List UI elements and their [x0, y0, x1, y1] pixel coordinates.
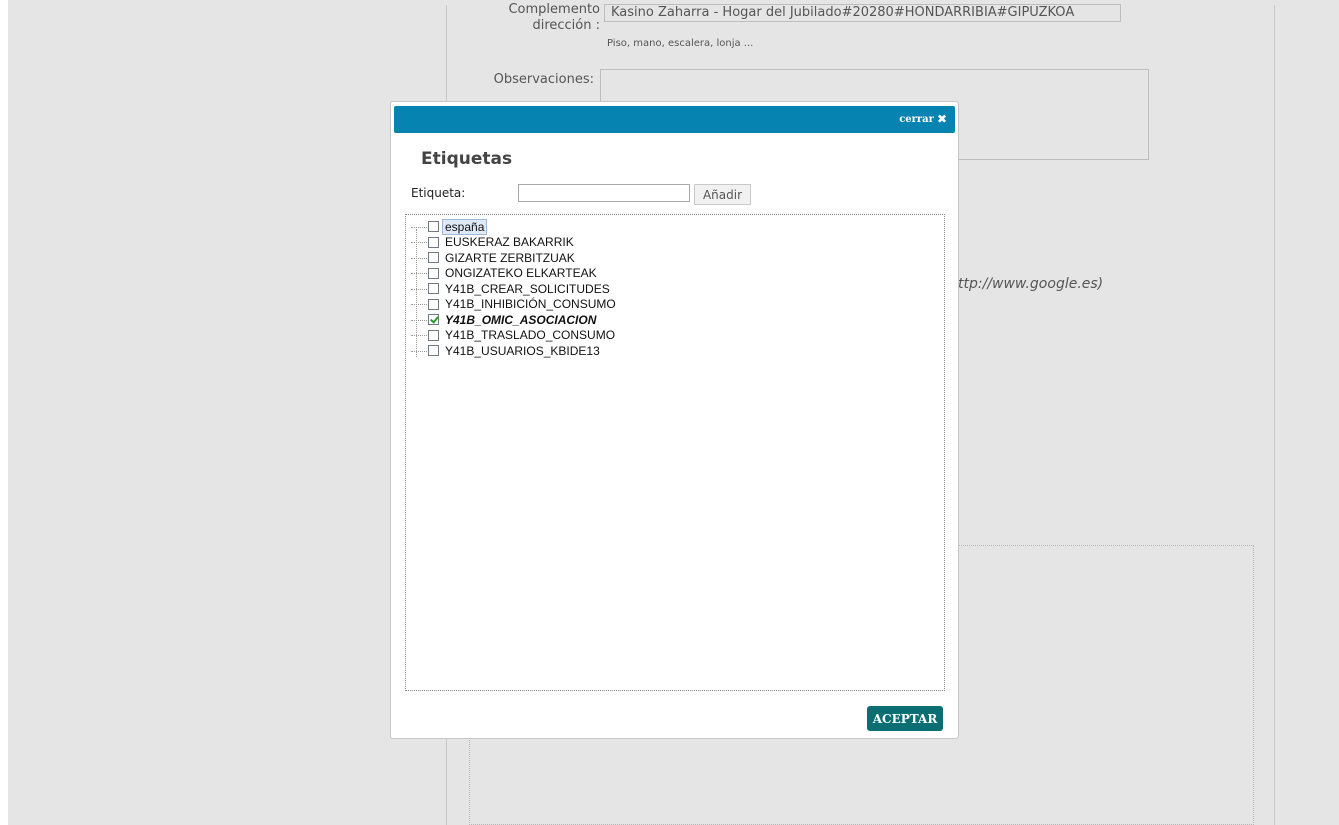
- add-button[interactable]: Añadir: [694, 184, 751, 205]
- tags-tree: españa EUSKERAZ BAKARRIK GIZARTE ZERBITZ…: [405, 214, 945, 691]
- tag-checkbox[interactable]: [428, 298, 439, 310]
- close-button[interactable]: cerrar ✖: [899, 112, 947, 126]
- tags-tree-list: españa EUSKERAZ BAKARRIK GIZARTE ZERBITZ…: [411, 218, 616, 359]
- tag-label-text[interactable]: Y41B_USUARIOS_KBIDE13: [445, 344, 600, 358]
- tag-label-text[interactable]: GIZARTE ZERBITZUAK: [445, 251, 575, 265]
- tag-checkbox[interactable]: [428, 345, 439, 357]
- page-left-strip: [0, 0, 8, 825]
- tag-item-ongizateko-elkarteak[interactable]: ONGIZATEKO ELKARTEAK: [411, 266, 616, 282]
- tag-checkbox[interactable]: [428, 236, 439, 248]
- complemento-hint: Piso, mano, escalera, lonja ...: [607, 38, 754, 49]
- tag-item-euskeraz-bakarrik[interactable]: EUSKERAZ BAKARRIK: [411, 235, 616, 251]
- tag-checkbox[interactable]: [428, 221, 439, 233]
- tag-item-gizarte-zerbitzuak[interactable]: GIZARTE ZERBITZUAK: [411, 250, 616, 266]
- tag-item-inhibicion-consumo[interactable]: Y41B_INHIBICIÓN_CONSUMO: [411, 297, 616, 313]
- tag-input[interactable]: [518, 184, 690, 202]
- complemento-value: Kasino Zaharra - Hogar del Jubilado#2028…: [611, 5, 1075, 20]
- close-label: cerrar: [899, 113, 934, 125]
- tag-label-text[interactable]: EUSKERAZ BAKARRIK: [445, 235, 574, 249]
- tag-item-omic-asociacion[interactable]: Y41B_OMIC_ASOCIACION: [411, 312, 616, 328]
- complemento-field[interactable]: Kasino Zaharra - Hogar del Jubilado#2028…: [604, 4, 1121, 22]
- tag-item-crear-solicitudes[interactable]: Y41B_CREAR_SOLICITUDES: [411, 281, 616, 297]
- tag-item-espana[interactable]: españa: [411, 218, 616, 235]
- url-hint: ttp://www.google.es): [958, 276, 1104, 292]
- tag-checkbox-checked[interactable]: [428, 314, 439, 326]
- tag-checkbox[interactable]: [428, 329, 439, 341]
- close-icon: ✖: [936, 112, 947, 126]
- tag-checkbox[interactable]: [428, 267, 439, 279]
- tag-label-text[interactable]: Y41B_INHIBICIÓN_CONSUMO: [445, 297, 616, 311]
- tag-checkbox[interactable]: [428, 252, 439, 264]
- tag-label-text[interactable]: ONGIZATEKO ELKARTEAK: [445, 266, 597, 280]
- tag-label-text[interactable]: Y41B_OMIC_ASOCIACION: [445, 313, 596, 327]
- modal-header: cerrar ✖: [394, 106, 955, 133]
- tag-label-text[interactable]: españa: [442, 218, 488, 235]
- tag-item-traslado-consumo[interactable]: Y41B_TRASLADO_CONSUMO: [411, 328, 616, 344]
- tag-label: Etiqueta:: [411, 186, 466, 200]
- tag-checkbox[interactable]: [428, 283, 439, 295]
- accept-button[interactable]: ACEPTAR: [867, 706, 943, 731]
- observaciones-label: Observaciones:: [493, 72, 594, 87]
- tag-item-usuarios-kbide13[interactable]: Y41B_USUARIOS_KBIDE13: [411, 343, 616, 359]
- tags-modal: cerrar ✖ Etiquetas Etiqueta: Añadir espa…: [390, 101, 959, 739]
- complemento-label: Complemento dirección :: [508, 2, 600, 33]
- tag-label-text[interactable]: Y41B_TRASLADO_CONSUMO: [445, 328, 615, 342]
- modal-title: Etiquetas: [421, 149, 513, 169]
- tag-label-text[interactable]: Y41B_CREAR_SOLICITUDES: [445, 282, 610, 296]
